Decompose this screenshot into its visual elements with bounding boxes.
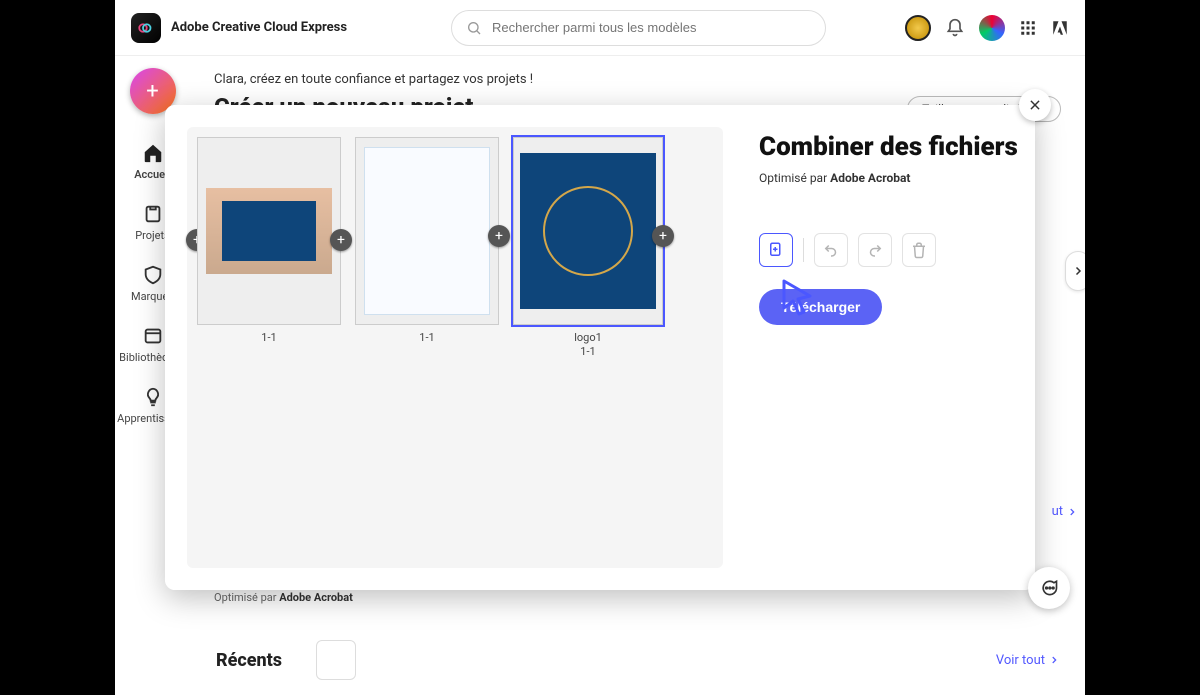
shield-icon <box>142 264 164 286</box>
download-button[interactable]: Télécharger <box>759 289 882 325</box>
modal-title: Combiner des fichiers <box>759 133 1021 163</box>
insert-after-button[interactable]: + <box>330 229 352 251</box>
thumb-3-art <box>520 153 656 309</box>
redo-icon <box>866 241 884 259</box>
bell-icon[interactable] <box>945 18 965 38</box>
insert-after-button[interactable]: + <box>488 225 510 247</box>
thumb-3[interactable]: + logo11-1 <box>513 137 663 360</box>
brand-label: Adobe Creative Cloud Express <box>171 20 347 35</box>
chevron-right-icon <box>1049 655 1059 665</box>
add-file-button[interactable] <box>759 233 793 267</box>
preview-area: + + 1-1 + 1-1 <box>165 105 745 590</box>
trash-icon <box>910 241 928 259</box>
combine-files-modal: + + 1-1 + 1-1 <box>165 105 1035 590</box>
thumb-2[interactable]: + 1-1 <box>355 137 499 345</box>
recent-thumb-placeholder[interactable] <box>316 640 356 680</box>
thumb-label: 1-1 <box>419 331 434 345</box>
modal-toolbar <box>759 233 1021 267</box>
search-input[interactable] <box>492 20 811 35</box>
recents-row: Récents Voir tout <box>206 625 1069 695</box>
undo-button[interactable] <box>814 233 848 267</box>
thumb-label: logo11-1 <box>574 331 602 360</box>
brand-block: Adobe Creative Cloud Express <box>131 13 347 43</box>
chevron-right-icon <box>1072 265 1084 277</box>
home-icon <box>142 142 164 164</box>
thumb-2-art <box>364 147 490 315</box>
chat-icon <box>1039 578 1059 598</box>
chevron-right-icon <box>1067 507 1077 517</box>
insert-after-button[interactable]: + <box>652 225 674 247</box>
delete-button[interactable] <box>902 233 936 267</box>
add-file-icon <box>767 241 785 259</box>
search-icon <box>466 20 482 36</box>
projects-icon <box>142 203 164 225</box>
top-right-actions <box>905 15 1069 41</box>
thumb-label: 1-1 <box>261 331 276 345</box>
recents-heading: Récents <box>216 650 282 671</box>
optimized-by-caption: Optimisé par Adobe Acrobat <box>214 591 1061 604</box>
cc-logo-icon <box>131 13 161 43</box>
undo-icon <box>822 241 840 259</box>
search-bar[interactable] <box>451 10 826 46</box>
thumb-1[interactable]: + + 1-1 <box>197 137 341 345</box>
help-chat-button[interactable] <box>1028 567 1070 609</box>
carousel-next-button[interactable] <box>1065 251 1085 291</box>
thumb-1-art <box>206 188 332 274</box>
modal-subtitle: Optimisé par Adobe Acrobat <box>759 171 1021 185</box>
close-icon <box>1028 98 1042 112</box>
redo-button[interactable] <box>858 233 892 267</box>
view-all-link[interactable]: Voir tout <box>996 653 1059 668</box>
apps-grid-icon[interactable] <box>1019 19 1037 37</box>
modal-side-panel: Combiner des fichiers Optimisé par Adobe… <box>745 105 1035 590</box>
libraries-icon <box>142 325 164 347</box>
toolbar-divider <box>803 238 804 262</box>
top-bar: Adobe Creative Cloud Express <box>115 0 1085 56</box>
lightbulb-icon <box>142 386 164 408</box>
avatar[interactable] <box>979 15 1005 41</box>
modal-close-button[interactable] <box>1019 89 1051 121</box>
view-all-link-partial[interactable]: ut <box>1052 504 1077 519</box>
preview-grid: + + 1-1 + 1-1 <box>187 127 723 568</box>
adobe-logo-icon[interactable] <box>1051 19 1069 37</box>
greeting-text: Clara, créez en toute confiance et parta… <box>214 72 1061 87</box>
premium-badge-icon[interactable] <box>905 15 931 41</box>
